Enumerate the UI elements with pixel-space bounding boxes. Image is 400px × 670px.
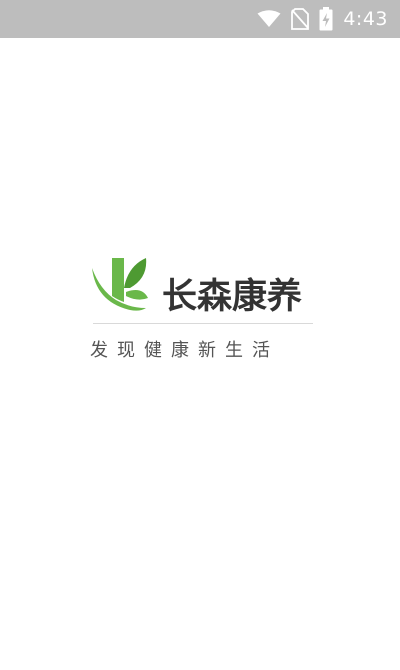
brand-logo: 长森康养 发现健康新生活 <box>90 258 315 368</box>
status-time: 4:43 <box>343 8 388 30</box>
battery-charging-icon <box>319 7 333 31</box>
no-sim-icon <box>291 8 310 30</box>
leaf-k-logo-icon <box>90 258 152 320</box>
slogan: 发现健康新生活 <box>90 340 279 361</box>
wifi-icon <box>257 10 281 28</box>
status-bar: 4:43 <box>0 0 400 38</box>
brand-name: 长森康养 <box>162 277 303 317</box>
splash-screen: 长森康养 发现健康新生活 <box>0 38 400 670</box>
divider <box>93 323 313 324</box>
